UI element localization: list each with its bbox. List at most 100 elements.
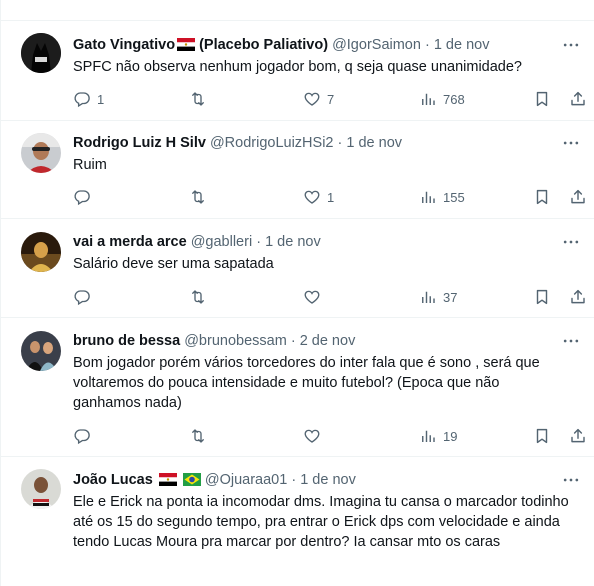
reply-icon bbox=[73, 90, 91, 108]
tweet-item[interactable]: vai a merda arce @gablleri · 1 de nov Sa… bbox=[1, 219, 594, 318]
reply-icon bbox=[73, 288, 91, 306]
avatar[interactable] bbox=[21, 469, 61, 509]
separator-dot: · bbox=[291, 472, 297, 488]
tweet-date[interactable]: 1 de nov bbox=[434, 37, 490, 53]
separator-dot: · bbox=[424, 37, 430, 53]
author-name[interactable]: João Lucas bbox=[73, 472, 153, 488]
share-button[interactable] bbox=[569, 426, 587, 446]
author-name-suffix[interactable]: (Placebo Paliativo) bbox=[199, 37, 328, 53]
author-handle[interactable]: @RodrigoLuizHSi2 bbox=[210, 135, 334, 151]
author-name[interactable]: Rodrigo Luiz H Silv bbox=[73, 135, 206, 151]
views-chart-icon bbox=[419, 427, 437, 445]
more-horizontal-icon[interactable] bbox=[561, 133, 581, 153]
tweet-actions: 1 7 768 bbox=[73, 89, 593, 109]
avatar-image bbox=[21, 232, 61, 272]
tweet-item[interactable]: bruno de bessa @brunobessam · 2 de nov B… bbox=[1, 318, 594, 457]
tweet-header: Rodrigo Luiz H Silv @RodrigoLuizHSi2 · 1… bbox=[73, 133, 555, 153]
views-button[interactable]: 19 bbox=[419, 426, 457, 446]
retweet-icon bbox=[189, 427, 207, 445]
bookmark-icon bbox=[533, 288, 551, 306]
avatar-image bbox=[21, 469, 61, 509]
more-horizontal-icon[interactable] bbox=[561, 232, 581, 252]
avatar[interactable] bbox=[21, 331, 61, 371]
views-chart-icon bbox=[419, 188, 437, 206]
brazil-flag-icon bbox=[182, 473, 201, 486]
like-button[interactable] bbox=[303, 426, 327, 446]
tweet-header: vai a merda arce @gablleri · 1 de nov bbox=[73, 232, 555, 252]
share-button[interactable] bbox=[569, 89, 587, 109]
reply-icon bbox=[73, 427, 91, 445]
avatar-image bbox=[21, 33, 61, 73]
heart-icon bbox=[303, 288, 321, 306]
like-button[interactable]: 7 bbox=[303, 89, 334, 109]
tweet-actions: 19 bbox=[73, 426, 593, 446]
reply-button[interactable] bbox=[73, 287, 97, 307]
retweet-button[interactable] bbox=[189, 187, 213, 207]
tweet-header: João Lucas @Ojuaraa01 · 1 de nov bbox=[73, 470, 555, 490]
views-button[interactable]: 37 bbox=[419, 287, 457, 307]
share-button[interactable] bbox=[569, 187, 587, 207]
reply-button[interactable] bbox=[73, 426, 97, 446]
bookmark-icon bbox=[533, 188, 551, 206]
tweet-date[interactable]: 1 de nov bbox=[300, 472, 356, 488]
share-icon bbox=[569, 288, 587, 306]
reply-button[interactable] bbox=[73, 187, 97, 207]
bookmark-button[interactable] bbox=[533, 89, 551, 109]
author-handle[interactable]: @gablleri bbox=[191, 234, 252, 250]
heart-icon bbox=[303, 188, 321, 206]
tweet-date[interactable]: 2 de nov bbox=[300, 333, 356, 349]
flag-emoji-icon bbox=[177, 38, 196, 51]
retweet-icon bbox=[189, 90, 207, 108]
share-icon bbox=[569, 427, 587, 445]
more-horizontal-icon[interactable] bbox=[561, 470, 581, 490]
retweet-button[interactable] bbox=[189, 426, 213, 446]
author-handle[interactable]: @brunobessam bbox=[184, 333, 287, 349]
tweet-item[interactable]: Gato Vingativo (Placebo Paliativo) @Igor… bbox=[1, 21, 594, 121]
like-button[interactable]: 1 bbox=[303, 187, 334, 207]
tweet-actions: 1 155 bbox=[73, 187, 593, 207]
author-name[interactable]: Gato Vingativo bbox=[73, 37, 175, 53]
views-button[interactable]: 768 bbox=[419, 89, 465, 109]
bookmark-button[interactable] bbox=[533, 426, 551, 446]
view-count: 37 bbox=[443, 289, 458, 305]
views-button[interactable]: 155 bbox=[419, 187, 465, 207]
reply-feed: Gato Vingativo (Placebo Paliativo) @Igor… bbox=[0, 0, 594, 586]
tweet-date[interactable]: 1 de nov bbox=[346, 135, 402, 151]
bookmark-icon bbox=[533, 90, 551, 108]
more-horizontal-icon[interactable] bbox=[561, 331, 581, 351]
avatar-image bbox=[21, 331, 61, 371]
tweet-text: Ele e Erick na ponta ia incomodar dms. I… bbox=[73, 494, 569, 550]
bookmark-icon bbox=[533, 427, 551, 445]
share-icon bbox=[569, 90, 587, 108]
tweet-header: Gato Vingativo (Placebo Paliativo) @Igor… bbox=[73, 35, 555, 55]
reply-icon bbox=[73, 188, 91, 206]
like-button[interactable] bbox=[303, 287, 327, 307]
flag-emoji-icon bbox=[158, 473, 177, 486]
separator-dot: · bbox=[256, 234, 262, 250]
share-button[interactable] bbox=[569, 287, 587, 307]
bookmark-button[interactable] bbox=[533, 287, 551, 307]
avatar[interactable] bbox=[21, 133, 61, 173]
tweet-item[interactable]: João Lucas @Ojuaraa01 · 1 de nov Ele e E… bbox=[1, 457, 594, 586]
tweet-text: Ruim bbox=[73, 157, 107, 173]
view-count: 19 bbox=[443, 428, 458, 444]
author-name[interactable]: bruno de bessa bbox=[73, 333, 180, 349]
retweet-button[interactable] bbox=[189, 287, 213, 307]
like-count: 1 bbox=[327, 189, 335, 205]
like-count: 7 bbox=[327, 91, 335, 107]
avatar-image bbox=[21, 133, 61, 173]
bookmark-button[interactable] bbox=[533, 187, 551, 207]
tweet-date[interactable]: 1 de nov bbox=[265, 234, 321, 250]
heart-icon bbox=[303, 90, 321, 108]
views-chart-icon bbox=[419, 288, 437, 306]
author-handle[interactable]: @IgorSaimon bbox=[332, 37, 421, 53]
reply-button[interactable]: 1 bbox=[73, 89, 104, 109]
avatar[interactable] bbox=[21, 232, 61, 272]
avatar[interactable] bbox=[21, 33, 61, 73]
retweet-button[interactable] bbox=[189, 89, 213, 109]
tweet-text: SPFC não observa nenhum jogador bom, q s… bbox=[73, 59, 522, 75]
tweet-item[interactable]: Rodrigo Luiz H Silv @RodrigoLuizHSi2 · 1… bbox=[1, 121, 594, 219]
author-handle[interactable]: @Ojuaraa01 bbox=[205, 472, 287, 488]
more-horizontal-icon[interactable] bbox=[561, 35, 581, 55]
author-name[interactable]: vai a merda arce bbox=[73, 234, 187, 250]
